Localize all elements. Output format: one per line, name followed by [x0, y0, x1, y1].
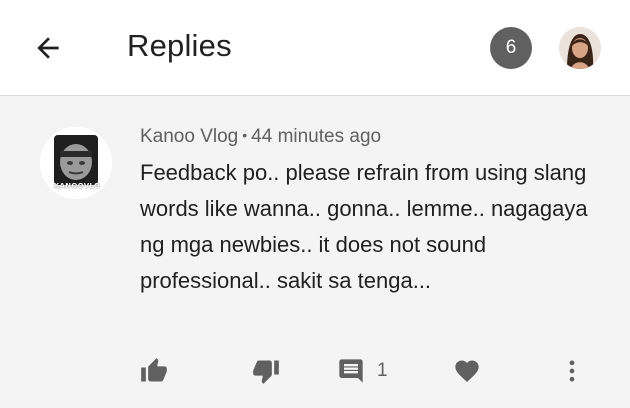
more-vert-icon: [569, 360, 575, 382]
profile-photo: [559, 27, 601, 69]
comment-meta: Kanoo Vlog • 44 minutes ago: [140, 126, 381, 148]
thumbs-down-icon: [253, 360, 279, 384]
app-bar: Replies 6: [0, 0, 630, 96]
arrow-left-icon: [37, 37, 59, 59]
user-avatar[interactable]: [559, 27, 601, 69]
comment-actions: 1: [0, 352, 630, 392]
channel-avatar[interactable]: KANOOVLO: [40, 127, 112, 199]
author-name[interactable]: Kanoo Vlog: [140, 126, 238, 147]
heart-icon: [455, 360, 479, 382]
heart-button[interactable]: [453, 356, 481, 386]
reply-count-badge[interactable]: 6: [490, 27, 532, 69]
thumbs-up-icon: [141, 358, 167, 382]
reply-button[interactable]: 1: [337, 356, 388, 386]
comment-text: Feedback po.. please refrain from using …: [140, 160, 588, 293]
reply-count: 1: [377, 360, 388, 381]
comment-icon: [339, 359, 363, 383]
more-options-button[interactable]: [558, 356, 586, 386]
dislike-button[interactable]: [252, 356, 280, 386]
avatar-logo-text: KANOOVLO: [53, 182, 101, 190]
page-title: Replies: [127, 28, 232, 63]
comment-card: KANOOVLO Kanoo Vlog • 44 minutes ago Feedb…: [0, 97, 630, 408]
back-button[interactable]: [26, 26, 70, 70]
like-button[interactable]: [140, 356, 168, 386]
comment-time: 44 minutes ago: [251, 126, 382, 147]
meta-separator: •: [242, 127, 248, 143]
